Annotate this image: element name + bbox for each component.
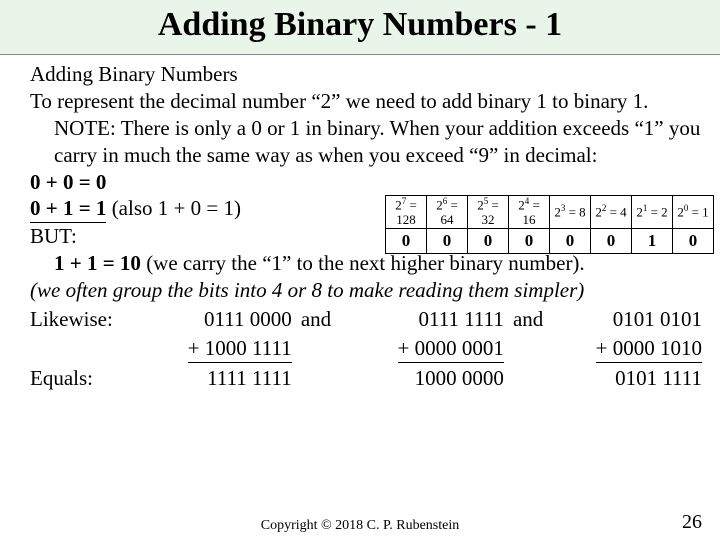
bit-cell: 0 <box>427 228 468 253</box>
slide-title: Adding Binary Numbers - 1 <box>0 0 720 55</box>
and-1: and <box>292 306 341 333</box>
likewise-label: Likewise: <box>30 306 133 333</box>
table-head-cell: 23 = 8 <box>550 196 591 229</box>
bit-cell: 1 <box>632 228 673 253</box>
result-3: 0101 1111 <box>552 365 702 392</box>
bit-cell: 0 <box>550 228 591 253</box>
table-head-cell: 22 = 4 <box>591 196 632 229</box>
addition-row-plus: + 1000 1111 + 0000 0001 + 0000 1010 <box>30 335 702 363</box>
heading: Adding Binary Numbers <box>30 61 702 88</box>
and-2: and <box>504 306 553 333</box>
table-value-row: 0 0 0 0 0 0 1 0 <box>386 228 714 253</box>
addend-b1: + 1000 1111 <box>133 335 292 363</box>
table-header-row: 27 = 128 26 = 64 25 = 32 24 = 16 23 = 8 … <box>386 196 714 229</box>
addition-row-result: Equals: 1111 1111 1000 0000 0101 1111 <box>30 365 702 392</box>
table-head-cell: 26 = 64 <box>427 196 468 229</box>
carry-line: 1 + 1 = 10 (we carry the “1” to the next… <box>54 250 702 277</box>
table-head-cell: 24 = 16 <box>509 196 550 229</box>
addend-a3: 0101 0101 <box>552 306 702 333</box>
footer: Copyright © 2018 C. P. Rubenstein 26 <box>0 518 720 534</box>
table-head-cell: 20 = 1 <box>673 196 714 229</box>
addend-a1: 0111 0000 <box>133 306 292 333</box>
powers-table: 27 = 128 26 = 64 25 = 32 24 = 16 23 = 8 … <box>385 195 714 254</box>
addition-row-top: Likewise: 0111 0000 and 0111 1111 and 01… <box>30 306 702 333</box>
result-1: 1111 1111 <box>133 365 292 392</box>
bit-cell: 0 <box>386 228 427 253</box>
bit-cell: 0 <box>591 228 632 253</box>
bit-cell: 0 <box>468 228 509 253</box>
addend-b3: + 0000 1010 <box>552 335 702 363</box>
equation-1: 0 + 0 = 0 <box>30 169 702 196</box>
copyright: Copyright © 2018 C. P. Rubenstein <box>0 518 720 534</box>
equals-label: Equals: <box>30 365 133 392</box>
grouping-note: (we often group the bits into 4 or 8 to … <box>30 277 702 304</box>
page-number: 26 <box>682 511 702 534</box>
result-2: 1000 0000 <box>340 365 504 392</box>
intro-paragraph: To represent the decimal number “2” we n… <box>30 88 702 169</box>
table-head-cell: 25 = 32 <box>468 196 509 229</box>
addend-b2: + 0000 0001 <box>340 335 504 363</box>
table-head-cell: 21 = 2 <box>632 196 673 229</box>
table-head-cell: 27 = 128 <box>386 196 427 229</box>
slide: Adding Binary Numbers - 1 Adding Binary … <box>0 0 720 540</box>
bit-cell: 0 <box>509 228 550 253</box>
addend-a2: 0111 1111 <box>340 306 504 333</box>
bit-cell: 0 <box>673 228 714 253</box>
